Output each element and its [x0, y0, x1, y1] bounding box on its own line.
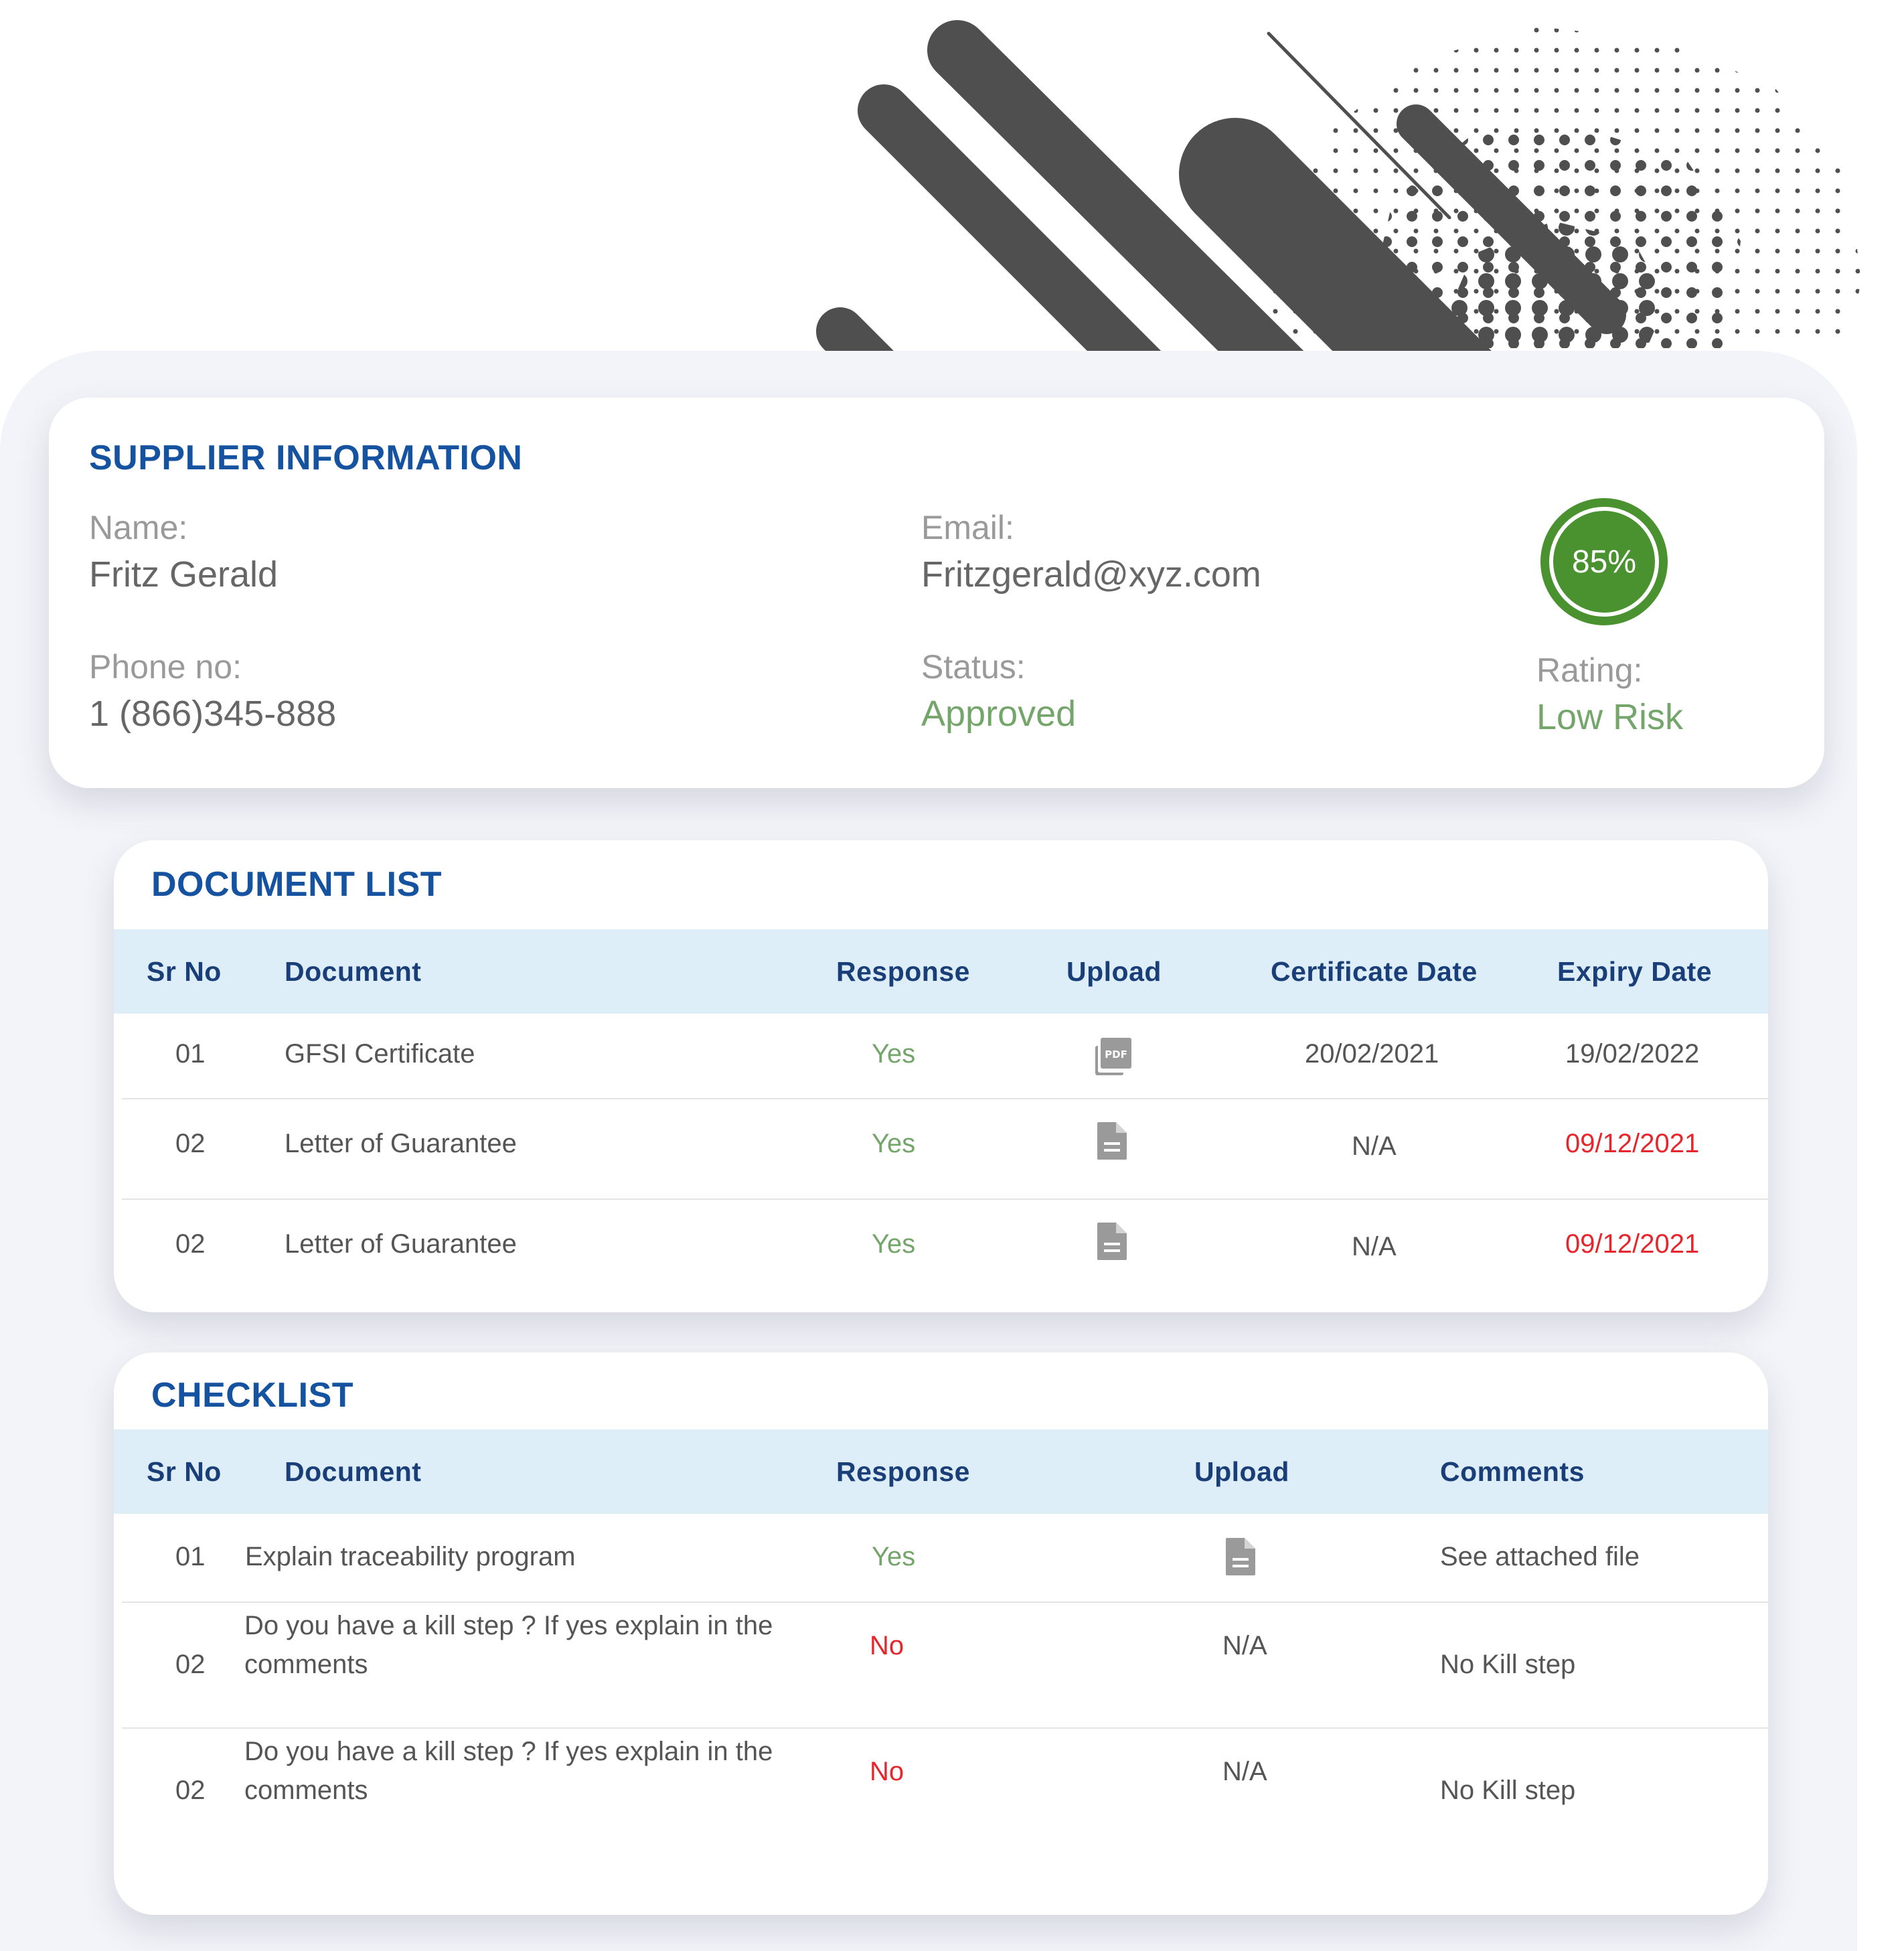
- name-value: Fritz Gerald: [89, 554, 279, 595]
- row-certificate-date: N/A: [1352, 1131, 1397, 1161]
- document-icon[interactable]: [1096, 1121, 1128, 1161]
- col-sr-no: Sr No: [147, 956, 222, 987]
- row-response: No: [870, 1757, 904, 1786]
- row-document-line2: comments: [244, 1776, 368, 1805]
- row-sr-no: 02: [175, 1129, 206, 1158]
- supplier-info-card: SUPPLIER INFORMATION Name: Fritz Gerald …: [49, 398, 1824, 788]
- row-expiry-date: 09/12/2021: [1565, 1229, 1700, 1259]
- col-comments: Comments: [1440, 1456, 1585, 1487]
- col-upload: Upload: [1066, 956, 1162, 987]
- checklist-card: CHECKLIST Sr No Document Response Upload…: [114, 1352, 1768, 1915]
- row-upload: N/A: [1222, 1757, 1267, 1786]
- row-sr-no: 01: [175, 1542, 206, 1571]
- row-sr-no: 02: [175, 1229, 206, 1259]
- row-comments: No Kill step: [1440, 1650, 1576, 1679]
- row-certificate-date: N/A: [1352, 1232, 1397, 1261]
- checklist-header: Sr No Document Response Upload Comments: [114, 1429, 1768, 1514]
- col-certificate-date: Certificate Date: [1271, 956, 1478, 987]
- col-document: Document: [285, 956, 422, 987]
- col-response: Response: [836, 956, 970, 987]
- document-list-card: DOCUMENT LIST Sr No Document Response Up…: [114, 840, 1768, 1312]
- table-row: 02 Do you have a kill step ? If yes expl…: [122, 1727, 1768, 1853]
- rating-label: Rating:: [1536, 651, 1643, 689]
- row-expiry-date: 19/02/2022: [1565, 1039, 1700, 1069]
- document-icon[interactable]: [1096, 1221, 1128, 1261]
- row-document: Explain traceability program: [245, 1542, 576, 1571]
- document-list-header: Sr No Document Response Upload Certifica…: [114, 929, 1768, 1014]
- table-row: 02 Do you have a kill step ? If yes expl…: [122, 1602, 1768, 1729]
- row-expiry-date: 09/12/2021: [1565, 1129, 1700, 1158]
- row-response: Yes: [872, 1129, 916, 1158]
- col-response: Response: [836, 1456, 970, 1487]
- document-icon[interactable]: [1224, 1537, 1257, 1577]
- email-label: Email:: [921, 509, 1014, 546]
- table-row: 01 Explain traceability program Yes See …: [122, 1514, 1768, 1603]
- row-response: Yes: [872, 1542, 916, 1571]
- table-row: 02 Letter of Guarantee Yes N/A 09/12/202…: [122, 1198, 1768, 1299]
- row-sr-no: 02: [175, 1776, 206, 1805]
- svg-text:PDF: PDF: [1105, 1048, 1127, 1061]
- rating-score-badge: 85%: [1540, 498, 1668, 625]
- phone-label: Phone no:: [89, 648, 242, 686]
- checklist-title: CHECKLIST: [151, 1376, 354, 1415]
- row-upload: N/A: [1222, 1631, 1267, 1660]
- row-document-line1: Do you have a kill step ? If yes explain…: [244, 1737, 773, 1766]
- table-row: 02 Letter of Guarantee Yes N/A 09/12/202…: [122, 1098, 1768, 1200]
- col-upload: Upload: [1194, 1456, 1289, 1487]
- row-response: Yes: [872, 1229, 916, 1259]
- row-comments: See attached file: [1440, 1542, 1640, 1571]
- email-value: Fritzgerald@xyz.com: [921, 554, 1261, 595]
- row-sr-no: 01: [175, 1039, 206, 1069]
- pdf-icon[interactable]: PDF: [1094, 1036, 1134, 1077]
- rating-score: 85%: [1549, 507, 1659, 617]
- row-document: Letter of Guarantee: [285, 1229, 517, 1259]
- row-document: GFSI Certificate: [285, 1039, 475, 1069]
- name-label: Name:: [89, 509, 188, 546]
- status-value: Approved: [921, 694, 1077, 734]
- rating-value: Low Risk: [1536, 697, 1684, 737]
- col-expiry-date: Expiry Date: [1557, 956, 1713, 987]
- decorative-header-graphic: [816, 20, 1861, 375]
- row-document: Letter of Guarantee: [285, 1129, 517, 1158]
- row-response: No: [870, 1631, 904, 1660]
- status-label: Status:: [921, 648, 1026, 686]
- table-row: 01 GFSI Certificate Yes PDF 20/02/2021 1…: [122, 1014, 1768, 1099]
- document-list-title: DOCUMENT LIST: [151, 865, 443, 904]
- row-certificate-date: 20/02/2021: [1305, 1039, 1439, 1069]
- supplier-info-title: SUPPLIER INFORMATION: [89, 439, 523, 477]
- row-sr-no: 02: [175, 1650, 206, 1679]
- row-response: Yes: [872, 1039, 916, 1069]
- row-document-line1: Do you have a kill step ? If yes explain…: [244, 1611, 773, 1640]
- row-document-line2: comments: [244, 1650, 368, 1679]
- phone-value: 1 (866)345-888: [89, 694, 337, 734]
- row-comments: No Kill step: [1440, 1776, 1576, 1805]
- col-sr-no: Sr No: [147, 1456, 222, 1487]
- col-document: Document: [285, 1456, 422, 1487]
